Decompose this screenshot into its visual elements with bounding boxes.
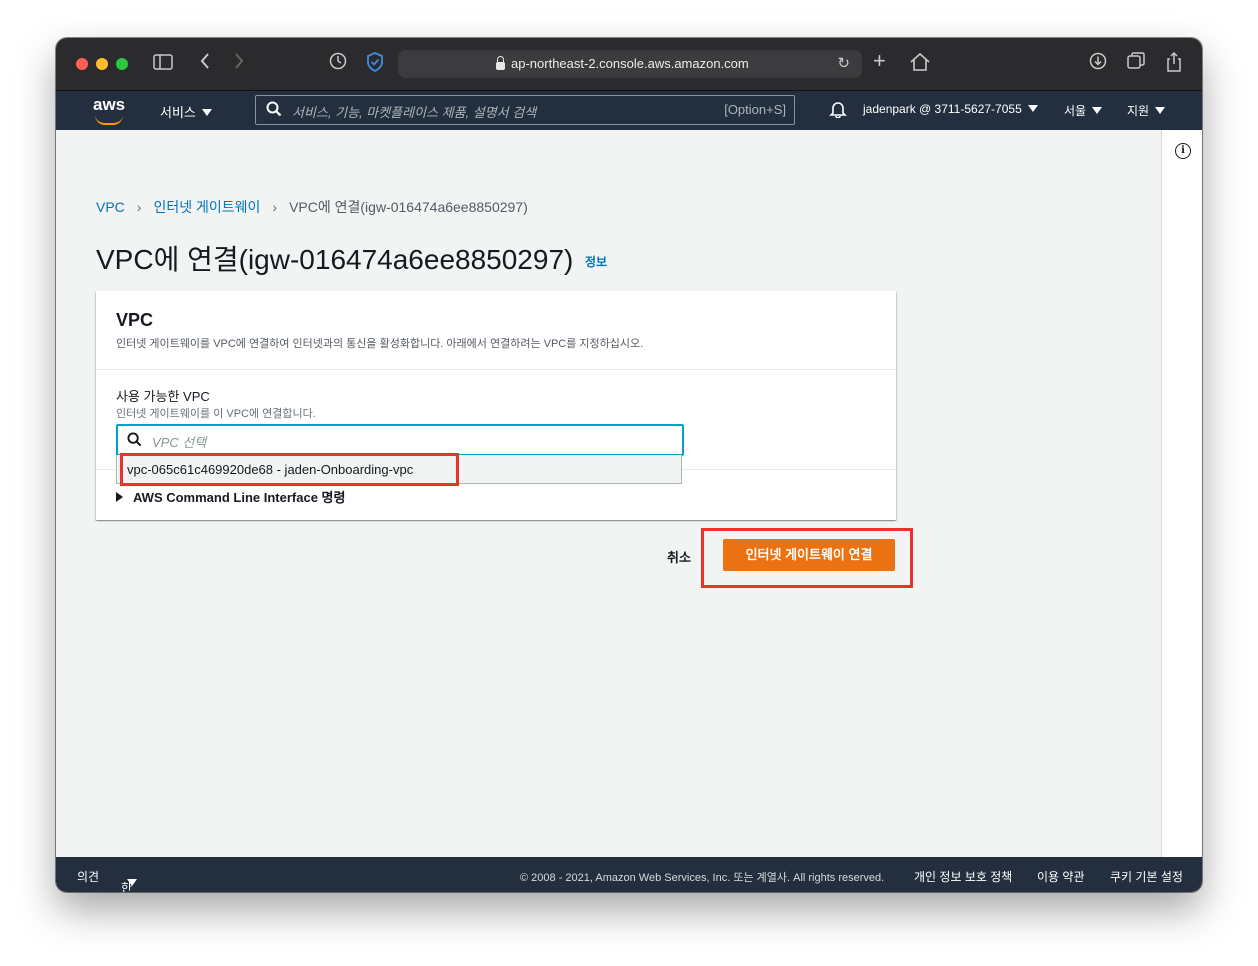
chevron-right-icon: › <box>136 199 142 215</box>
panel-header: VPC 인터넷 게이트웨이를 VPC에 연결하여 인터넷과의 통신을 활성화합니… <box>96 291 896 370</box>
feedback-link[interactable]: 의견 <box>77 868 99 885</box>
notifications-bell-icon[interactable] <box>829 100 847 121</box>
zoom-window-button[interactable] <box>116 58 128 70</box>
vpc-select-input[interactable]: VPC 선택 <box>116 424 684 456</box>
available-vpc-label: 사용 가능한 VPC <box>116 389 210 404</box>
caret-down-icon <box>201 109 212 116</box>
available-vpc-description: 인터넷 게이트웨이를 이 VPC에 연결합니다. <box>116 408 316 420</box>
breadcrumb-current: VPC에 연결(igw-016474a6ee8850297) <box>289 199 528 215</box>
tabs-overview-icon[interactable] <box>1127 52 1145 76</box>
panel-title: VPC <box>116 310 154 330</box>
annotation-highlight-button <box>701 528 913 588</box>
caret-down-icon <box>1027 105 1038 112</box>
support-label: 지원 <box>1127 104 1150 118</box>
account-label: jadenpark @ 3711-5627-7055 <box>863 102 1022 116</box>
close-window-button[interactable] <box>76 58 88 70</box>
forward-icon[interactable] <box>233 52 245 76</box>
minimize-window-button[interactable] <box>96 58 108 70</box>
chevron-right-icon: › <box>272 199 278 215</box>
info-link[interactable]: 정보 <box>585 253 607 270</box>
copyright-text: © 2008 - 2021, Amazon Web Services, Inc.… <box>520 872 885 884</box>
aws-logo-text: aws <box>93 95 126 114</box>
annotation-highlight-option <box>120 453 459 486</box>
footer: 의견 한국어 © 2008 - 2021, Amazon Web Service… <box>56 857 1202 892</box>
vpc-select-placeholder: VPC 선택 <box>152 435 207 450</box>
caret-down-icon <box>1092 107 1103 114</box>
search-icon <box>266 101 282 122</box>
info-icon[interactable]: i <box>1175 143 1191 159</box>
caret-down-icon <box>127 879 137 886</box>
aws-logo[interactable]: aws <box>93 95 129 125</box>
lock-icon <box>496 56 505 70</box>
aws-top-nav: aws 서비스 서비스, 기능, 마켓플레이스 제품, 설명서 검색 [Opti… <box>56 91 1202 130</box>
privacy-link[interactable]: 개인 정보 보호 정책 <box>914 868 1012 885</box>
downloads-icon[interactable] <box>1089 52 1107 76</box>
region-label: 서울 <box>1064 104 1087 118</box>
share-icon[interactable] <box>1166 51 1182 78</box>
cookie-preferences-link[interactable]: 쿠키 기본 설정 <box>1110 868 1183 885</box>
cancel-button[interactable]: 취소 <box>667 547 691 566</box>
main-content: VPC › 인터넷 게이트웨이 › VPC에 연결(igw-016474a6ee8850… <box>56 130 1161 857</box>
support-menu[interactable]: 지원 <box>1127 102 1166 119</box>
aws-smile-icon <box>95 115 123 125</box>
panel-description: 인터넷 게이트웨이를 VPC에 연결하여 인터넷과의 통신을 활성화합니다. 아… <box>116 338 644 350</box>
reload-icon[interactable]: ↻ <box>837 54 850 72</box>
caret-down-icon <box>1155 107 1166 114</box>
cli-command-label: AWS Command Line Interface 명령 <box>133 490 346 505</box>
address-url: ap-northeast-2.console.aws.amazon.com <box>511 56 749 71</box>
history-icon[interactable] <box>329 52 347 76</box>
services-menu[interactable]: 서비스 <box>160 102 212 121</box>
breadcrumb: VPC › 인터넷 게이트웨이 › VPC에 연결(igw-016474a6ee8850… <box>96 197 528 217</box>
search-icon <box>127 432 142 452</box>
breadcrumb-vpc[interactable]: VPC <box>96 199 125 215</box>
cli-command-expander[interactable]: AWS Command Line Interface 명령 <box>116 487 345 506</box>
global-search-input[interactable]: 서비스, 기능, 마켓플레이스 제품, 설명서 검색 [Option+S] <box>255 95 795 125</box>
home-icon[interactable] <box>909 52 931 78</box>
browser-toolbar: ap-northeast-2.console.aws.amazon.com ↻ … <box>56 38 1202 91</box>
back-icon[interactable] <box>199 52 211 76</box>
breadcrumb-internet-gateways[interactable]: 인터넷 게이트웨이 <box>153 199 260 215</box>
sidebar-toggle-icon[interactable] <box>153 52 173 76</box>
region-menu[interactable]: 서울 <box>1064 102 1103 119</box>
browser-window: ap-northeast-2.console.aws.amazon.com ↻ … <box>56 38 1202 892</box>
terms-link[interactable]: 이용 약관 <box>1037 868 1085 885</box>
shield-extension-icon[interactable] <box>366 52 384 78</box>
help-panel-rail: i <box>1161 130 1202 857</box>
account-menu[interactable]: jadenpark @ 3711-5627-7055 <box>863 102 1038 116</box>
search-placeholder: 서비스, 기능, 마켓플레이스 제품, 설명서 검색 <box>292 105 537 120</box>
address-bar[interactable]: ap-northeast-2.console.aws.amazon.com ↻ <box>398 50 862 78</box>
services-label: 서비스 <box>160 105 196 120</box>
page-title: VPC에 연결(igw-016474a6ee8850297) <box>96 244 574 275</box>
caret-right-icon <box>116 492 123 502</box>
search-shortcut: [Option+S] <box>724 102 786 117</box>
new-tab-icon[interactable]: + <box>873 49 886 73</box>
